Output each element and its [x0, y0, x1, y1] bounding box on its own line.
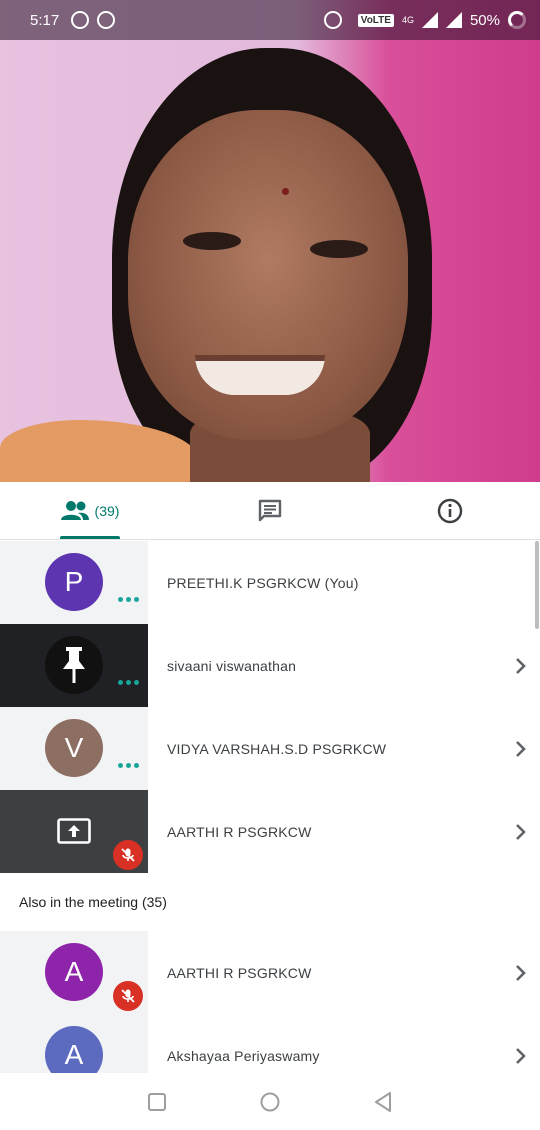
- participant-name: AARTHI R PSGRKCW: [167, 823, 312, 840]
- participant-row[interactable]: AARTHI R PSGRKCW: [0, 790, 540, 873]
- chevron-right-icon[interactable]: [500, 964, 540, 982]
- chat-icon: [258, 499, 282, 521]
- avatar: A: [45, 943, 103, 1001]
- mic-off-icon: [113, 840, 143, 870]
- present-screen-icon: [57, 818, 91, 849]
- also-in-meeting-header: Also in the meeting (35): [19, 894, 167, 910]
- network-type: 4G: [401, 15, 414, 25]
- chevron-right-icon[interactable]: [500, 657, 540, 675]
- status-time: 5:17: [30, 11, 60, 29]
- participant-name: AARTHI R PSGRKCW: [167, 964, 312, 981]
- avatar: A: [45, 1026, 103, 1073]
- avatar: P: [45, 553, 103, 611]
- participant-name: PREETHI.K PSGRKCW (You): [167, 574, 359, 591]
- participant-tile: A: [0, 1014, 148, 1073]
- scrollbar[interactable]: [535, 541, 539, 629]
- tab-info[interactable]: [360, 482, 540, 539]
- people-icon: [60, 500, 89, 520]
- participant-row[interactable]: V VIDYA VARSHAH.S.D PSGRKCW: [0, 707, 540, 790]
- volte-badge: VoLTE: [357, 13, 394, 27]
- participant-list[interactable]: P PREETHI.K PSGRKCW (You) sivaani viswan…: [0, 541, 540, 1073]
- participant-tile: P: [0, 541, 148, 624]
- participant-row[interactable]: sivaani viswanathan: [0, 624, 540, 707]
- chevron-right-icon[interactable]: [500, 823, 540, 841]
- participant-name: sivaani viswanathan: [167, 657, 297, 674]
- battery-icon: [508, 11, 526, 29]
- participant-tile: [0, 790, 148, 873]
- recent-apps-icon[interactable]: [147, 1092, 167, 1112]
- participant-row[interactable]: P PREETHI.K PSGRKCW (You): [0, 541, 540, 624]
- more-options-icon[interactable]: [118, 763, 139, 768]
- back-icon[interactable]: [373, 1091, 393, 1113]
- tab-chat[interactable]: [180, 482, 360, 539]
- avatar: [45, 636, 103, 694]
- participant-row[interactable]: A Akshayaa Periyaswamy: [0, 1014, 540, 1073]
- more-options-icon[interactable]: [118, 597, 139, 602]
- status-bar: 5:17 VoLTE 4G 50%: [0, 0, 540, 40]
- participant-name: Akshayaa Periyaswamy: [167, 1047, 320, 1064]
- participant-row[interactable]: A AARTHI R PSGRKCW: [0, 931, 540, 1014]
- chat-notification-icon: [97, 11, 116, 29]
- avatar: V: [45, 719, 103, 777]
- main-video-feed[interactable]: [0, 0, 540, 482]
- battery-percent: 50%: [469, 11, 500, 29]
- system-nav-bar: [0, 1073, 540, 1130]
- chevron-right-icon[interactable]: [500, 740, 540, 758]
- whatsapp-icon: [71, 11, 90, 29]
- people-count: (39): [94, 502, 120, 519]
- data-saver-icon: [323, 11, 342, 29]
- pushpin-icon: [63, 647, 85, 683]
- signal-icon-2: [445, 12, 462, 28]
- participant-tile: A: [0, 931, 148, 1014]
- chevron-right-icon[interactable]: [500, 1047, 540, 1065]
- participant-name: VIDYA VARSHAH.S.D PSGRKCW: [167, 740, 387, 757]
- signal-icon: [421, 12, 438, 28]
- more-options-icon[interactable]: [118, 680, 139, 685]
- meet-screen: 5:17 VoLTE 4G 50% (39) P PREETHI.K PSGRK…: [0, 0, 540, 1130]
- tab-people[interactable]: (39): [0, 482, 180, 539]
- home-icon[interactable]: [259, 1091, 281, 1113]
- participant-tile: [0, 624, 148, 707]
- info-icon: [437, 498, 463, 523]
- mic-off-icon: [113, 981, 143, 1011]
- meeting-tabs: (39): [0, 482, 540, 540]
- participant-tile: V: [0, 707, 148, 790]
